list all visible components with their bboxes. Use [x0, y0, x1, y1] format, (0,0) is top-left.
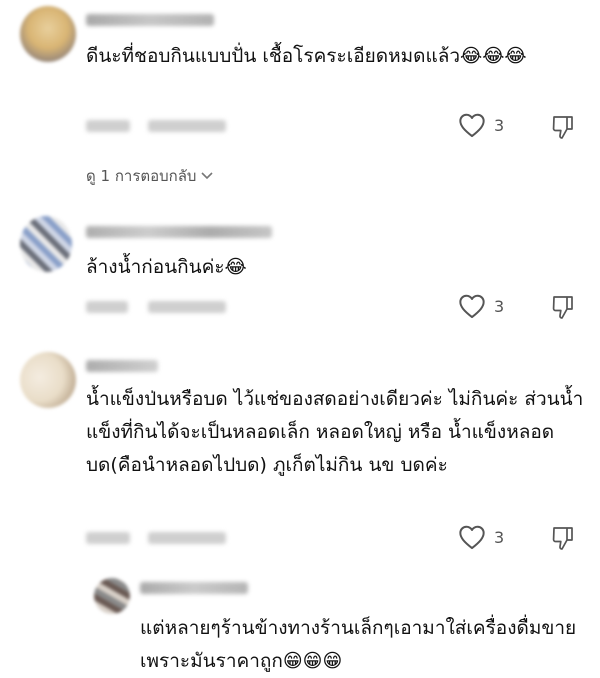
reply-link[interactable] [148, 301, 226, 313]
thumbs-down-outline-icon [551, 114, 575, 140]
avatar[interactable] [20, 6, 76, 62]
replies-label: ดู 1 การตอบกลับ [86, 167, 197, 185]
like-count: 3 [494, 296, 505, 316]
dislike-button[interactable] [551, 525, 575, 551]
username[interactable] [140, 582, 248, 594]
view-replies-button[interactable]: ดู 1 การตอบกลับ [86, 164, 214, 188]
username[interactable] [86, 226, 272, 238]
avatar[interactable] [20, 216, 72, 272]
timestamp [86, 532, 130, 544]
reply-link[interactable] [148, 532, 226, 544]
avatar[interactable] [20, 352, 76, 408]
thumbs-down-outline-icon [551, 525, 575, 551]
comment-text: ล้างน้ำก่อนกินค่ะ😂 [86, 256, 247, 278]
like-button[interactable]: 3 [458, 112, 504, 138]
comment-text: แต่หลายๆร้านข้างทางร้านเล็กๆเอามาใส่เครื… [140, 617, 577, 672]
like-button[interactable]: 3 [458, 524, 504, 550]
heart-outline-icon [458, 112, 486, 138]
avatar[interactable] [94, 578, 130, 614]
thumbs-down-outline-icon [551, 294, 575, 320]
dislike-button[interactable] [551, 294, 575, 320]
chevron-down-icon [200, 171, 214, 181]
comment-text: ดีนะที่ชอบกินแบบปั่น เชื้อโรคระเอียดหมดแ… [86, 45, 527, 67]
comment-text: น้ำแข็งป่นหรือบด ไว้แช่ของสดอย่างเดียวค่… [86, 388, 584, 476]
heart-outline-icon [458, 524, 486, 550]
timestamp [86, 120, 130, 132]
timestamp [86, 301, 128, 313]
reply-link[interactable] [148, 120, 226, 132]
like-count: 3 [494, 527, 505, 547]
dislike-button[interactable] [551, 114, 575, 140]
like-count: 3 [494, 115, 505, 135]
heart-outline-icon [458, 293, 486, 319]
like-button[interactable]: 3 [458, 293, 504, 319]
username[interactable] [86, 360, 158, 372]
username[interactable] [86, 14, 214, 26]
